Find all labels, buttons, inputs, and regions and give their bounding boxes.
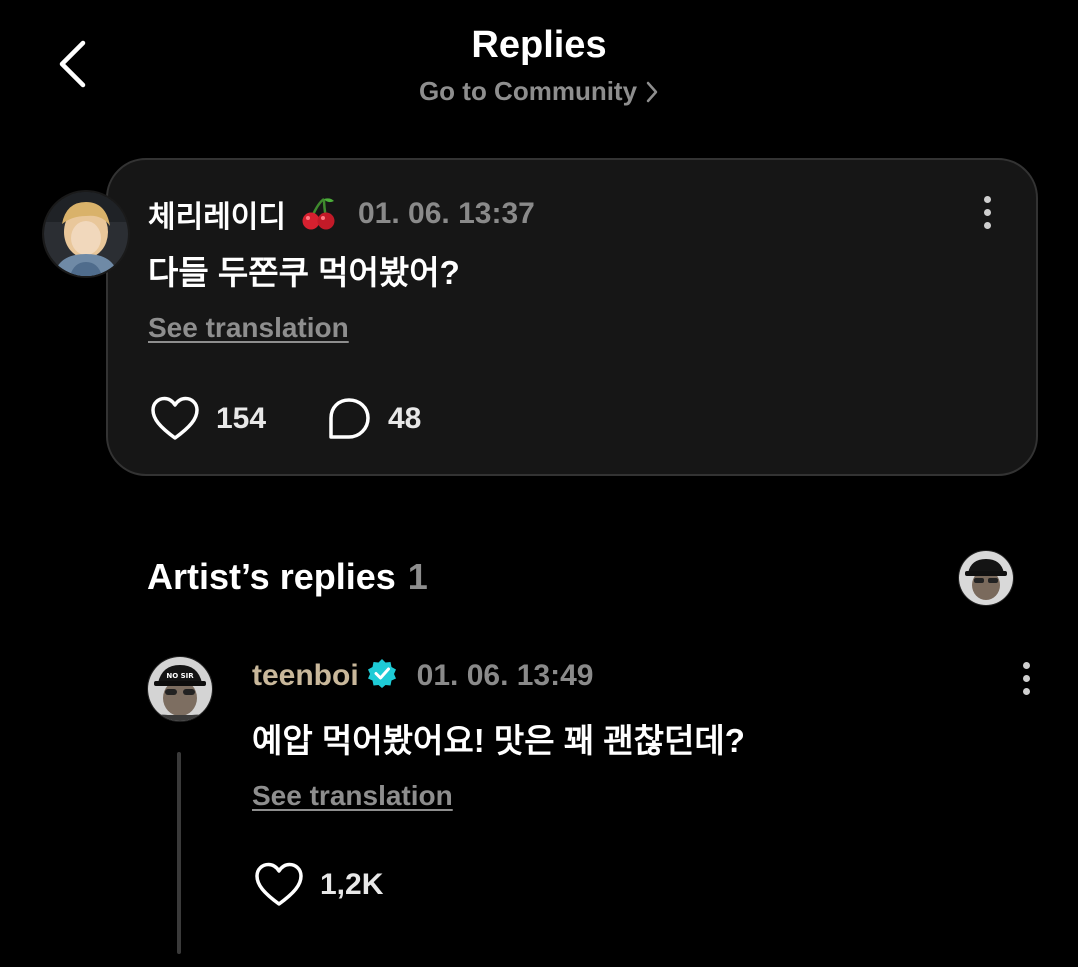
comment-bubble-icon	[329, 398, 370, 439]
dot	[1022, 661, 1030, 669]
reply-timestamp: 01. 06. 13:49	[416, 658, 594, 692]
reply-author-avatar[interactable]: NO SIR	[147, 656, 213, 722]
page-title: Replies	[471, 24, 607, 66]
artist-replies-count: 1	[407, 556, 428, 597]
reply-thread-line	[177, 752, 181, 954]
reply-like-count: 1,2K	[320, 868, 384, 901]
artist-replies-title: Artist’s replies	[147, 556, 396, 597]
avatar-photo: NO SIR	[148, 657, 212, 721]
verified-badge-icon	[367, 658, 397, 693]
heart-icon	[255, 862, 303, 906]
avatar-photo	[44, 192, 128, 276]
post-comment-count: 48	[388, 402, 422, 435]
chevron-right-icon	[645, 80, 659, 104]
post-author-name[interactable]: 체리레이디	[148, 192, 286, 236]
post-comment-button[interactable]: 48	[326, 396, 421, 442]
dot	[1022, 687, 1030, 695]
dot	[983, 208, 991, 216]
dot	[983, 221, 991, 229]
dot	[983, 195, 991, 203]
avatar-photo	[959, 551, 1013, 605]
post-header: 체리레이디 01. 06. 13:37	[148, 192, 535, 236]
reply-body-text: 예압 먹어봤어요! 맛은 꽤 괜찮던데?	[252, 722, 745, 759]
svg-text:NO SIR: NO SIR	[166, 672, 194, 680]
post-more-options-button[interactable]	[972, 192, 1002, 232]
artist-avatar[interactable]	[958, 550, 1014, 606]
post-author-avatar[interactable]	[42, 190, 130, 278]
post-see-translation-link[interactable]: See translation	[148, 312, 349, 344]
go-to-community-label: Go to Community	[418, 76, 638, 106]
cherry-icon	[300, 197, 336, 231]
post-like-button[interactable]: 154	[150, 396, 266, 442]
post-like-count: 154	[216, 402, 267, 435]
post-timestamp: 01. 06. 13:37	[358, 197, 535, 230]
replies-screen: Replies Go to Community 체리레이디 01. 06. 13	[0, 0, 1078, 967]
heart-icon	[151, 396, 199, 440]
reply-see-translation-link[interactable]: See translation	[252, 780, 453, 812]
artist-replies-heading: Artist’s replies 1	[147, 556, 428, 598]
dot	[1022, 674, 1030, 682]
post-card: 체리레이디 01. 06. 13:37 다들 두쫀쿠 먹어봤어? See tra…	[106, 158, 1038, 476]
reply-like-button[interactable]: 1,2K	[254, 862, 383, 908]
go-to-community-link[interactable]: Go to Community	[0, 76, 1078, 107]
reply-more-options-button[interactable]	[1011, 658, 1041, 698]
post-body-text: 다들 두쫀쿠 먹어봤어?	[148, 254, 460, 291]
reply-header: teenboi 01. 06. 13:49	[252, 658, 593, 693]
reply-author-name[interactable]: teenboi	[252, 659, 359, 693]
